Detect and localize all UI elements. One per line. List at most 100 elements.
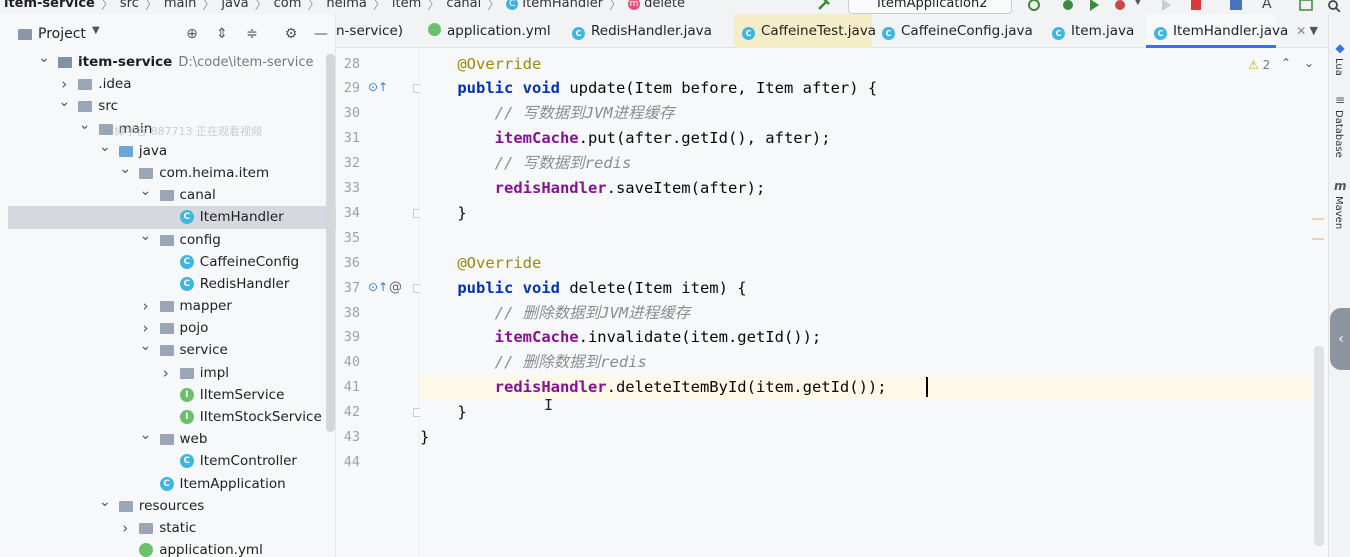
tree-node[interactable]: I IItemStockService xyxy=(8,406,324,428)
translate-icon[interactable]: A xyxy=(1262,0,1278,12)
chevron-down-icon[interactable]: ⌄ xyxy=(140,424,152,446)
code-line[interactable]: } xyxy=(420,425,1312,450)
code-line[interactable]: // 删除数据到redis xyxy=(420,350,1312,375)
breadcrumb-item[interactable]: C ItemHandler xyxy=(502,0,607,11)
editor-tab[interactable]: C CaffeineConfig.java xyxy=(874,14,1040,48)
chevron-down-icon[interactable]: ⌄ xyxy=(79,114,91,136)
editor-tab[interactable]: C CaffeineTest.java xyxy=(734,14,876,48)
tree-node[interactable]: C ItemController xyxy=(8,450,324,472)
annotation-at-icon[interactable]: @ xyxy=(389,280,402,295)
minimize-icon[interactable]: — xyxy=(313,26,329,42)
chevron-right-icon[interactable]: › xyxy=(160,362,172,384)
code-line[interactable]: @Override xyxy=(420,251,1312,276)
tool-window-database[interactable]: Database xyxy=(1333,110,1344,158)
tree-node[interactable]: ⌄ service xyxy=(8,338,324,361)
breadcrumb-item[interactable]: java xyxy=(217,0,252,11)
breadcrumb-item[interactable]: com xyxy=(270,0,306,11)
editor-tab[interactable]: C Item.java xyxy=(1044,14,1142,48)
run-icon[interactable] xyxy=(1086,0,1102,12)
code-line[interactable]: // 写数据到JVM进程缓存 xyxy=(420,101,1312,126)
code-line[interactable] xyxy=(420,450,1312,475)
tree-node[interactable]: ⌄ item-service D:\code\item-service xyxy=(8,50,324,73)
code-line[interactable]: itemCache.invalidate(item.getId()); xyxy=(420,325,1312,350)
editor-tab[interactable]: application.yml xyxy=(420,14,560,48)
tree-node[interactable]: ⌄ resources xyxy=(8,494,324,517)
search-icon[interactable] xyxy=(1326,0,1342,12)
presentation-icon[interactable] xyxy=(1298,0,1314,12)
code-line[interactable]: } xyxy=(420,400,1312,425)
tree-node[interactable]: ⌄ java xyxy=(8,139,324,162)
rerun-icon[interactable] xyxy=(1026,0,1042,12)
tree-node[interactable]: C CaffeineConfig xyxy=(8,251,324,273)
resume-icon[interactable] xyxy=(1158,0,1174,12)
code-line[interactable] xyxy=(420,226,1312,251)
tree-node[interactable]: ⌄ src xyxy=(8,94,324,117)
code-line[interactable]: // 写数据到redis xyxy=(420,151,1312,176)
chevron-down-icon[interactable]: ▼ xyxy=(92,25,100,36)
editor-tab[interactable]: C RedisHandler.java xyxy=(564,14,730,48)
breadcrumb-item[interactable]: main xyxy=(160,0,200,11)
chevron-down-icon[interactable]: ▼ xyxy=(1310,14,1318,48)
code-line[interactable]: @Override xyxy=(420,52,1312,77)
chevron-down-icon[interactable]: ⌄ xyxy=(99,136,111,158)
breadcrumb-item[interactable]: item xyxy=(388,0,425,11)
chevron-down-icon[interactable]: ⌄ xyxy=(140,335,152,357)
expand-all-icon[interactable]: ⇕ xyxy=(214,26,230,42)
run-configuration-select[interactable]: ItemApplication2 xyxy=(848,0,1012,14)
tree-node[interactable]: C ItemApplication xyxy=(8,473,324,495)
chevron-down-icon[interactable]: ⌄ xyxy=(140,225,152,247)
tool-window-lua[interactable]: Lua xyxy=(1333,58,1344,76)
tree-node[interactable]: ⌄ canal xyxy=(8,183,324,206)
project-title[interactable]: Project xyxy=(38,26,86,42)
breadcrumb-item[interactable]: item-service xyxy=(0,0,99,11)
breadcrumb-item[interactable]: src xyxy=(116,0,143,11)
tree-node[interactable]: › pojo xyxy=(8,317,324,339)
breadcrumb-item[interactable]: m delete xyxy=(624,0,689,11)
project-structure-icon[interactable] xyxy=(1228,0,1244,12)
chevron-down-icon[interactable]: ⌄ xyxy=(1304,56,1314,70)
tree-node[interactable]: › impl xyxy=(8,362,324,384)
tree-node[interactable]: ⌄ config xyxy=(8,228,324,251)
chevron-down-icon[interactable]: ⌄ xyxy=(119,158,131,180)
tree-node[interactable]: ⌄ web xyxy=(8,427,324,450)
code-line[interactable]: // 删除数据到JVM进程缓存 xyxy=(420,301,1312,326)
tree-node[interactable]: › .idea xyxy=(8,73,324,95)
build-hammer-icon[interactable] xyxy=(816,0,832,12)
chevron-down-icon[interactable]: ⌄ xyxy=(58,91,70,113)
tree-node[interactable]: › mapper xyxy=(8,295,324,317)
tree-node[interactable]: C ItemHandler xyxy=(8,206,336,229)
code-line[interactable]: public void update(Item before, Item aft… xyxy=(420,76,1312,101)
code-editor[interactable]: @Override public void update(Item before… xyxy=(420,48,1312,557)
chevron-right-icon[interactable]: › xyxy=(140,295,152,317)
chevron-down-icon[interactable]: ▼ xyxy=(1134,0,1150,12)
chevron-down-icon[interactable]: ⌄ xyxy=(38,47,50,69)
side-panel-handle[interactable]: ‹ xyxy=(1330,308,1350,370)
code-line[interactable]: redisHandler.deleteItemById(item.getId()… xyxy=(420,375,1312,401)
inspection-warnings[interactable]: ⚠ 2 xyxy=(1248,58,1270,72)
project-tree-scrollbar[interactable] xyxy=(326,54,335,432)
code-line[interactable]: redisHandler.saveItem(after); xyxy=(420,176,1312,201)
chevron-up-icon[interactable]: ⌃ xyxy=(1281,56,1291,70)
override-up-arrow-icon[interactable]: ⊙↑ xyxy=(368,80,388,94)
chevron-right-icon[interactable]: › xyxy=(119,517,131,539)
editor-tab[interactable]: C ItemHandler.java ✕ xyxy=(1146,14,1306,48)
tree-node[interactable]: C RedisHandler xyxy=(8,273,324,295)
debug-icon[interactable] xyxy=(1060,0,1076,12)
breadcrumb-item[interactable]: canal xyxy=(442,0,485,11)
stop-icon[interactable] xyxy=(1188,0,1204,12)
collapse-all-icon[interactable]: ≑ xyxy=(244,26,260,42)
tree-node[interactable]: ⌄ com.heima.item xyxy=(8,161,324,184)
gear-icon[interactable]: ⚙ xyxy=(283,26,299,42)
close-icon[interactable]: ✕ xyxy=(1296,24,1306,38)
chevron-down-icon[interactable]: ⌄ xyxy=(99,491,111,513)
breadcrumb-item[interactable]: heima xyxy=(322,0,370,11)
tree-node[interactable]: I IItemService xyxy=(8,384,324,406)
chevron-down-icon[interactable]: ⌄ xyxy=(140,180,152,202)
tree-node[interactable]: application.yml xyxy=(8,539,324,557)
tool-window-maven[interactable]: Maven xyxy=(1333,196,1344,229)
profile-icon[interactable] xyxy=(1112,0,1128,12)
code-line[interactable]: } xyxy=(420,201,1312,226)
code-line[interactable]: itemCache.put(after.getId(), after); xyxy=(420,126,1312,151)
override-up-arrow-icon[interactable]: ⊙↑ xyxy=(368,280,388,294)
crosshair-icon[interactable]: ⊕ xyxy=(184,26,200,42)
